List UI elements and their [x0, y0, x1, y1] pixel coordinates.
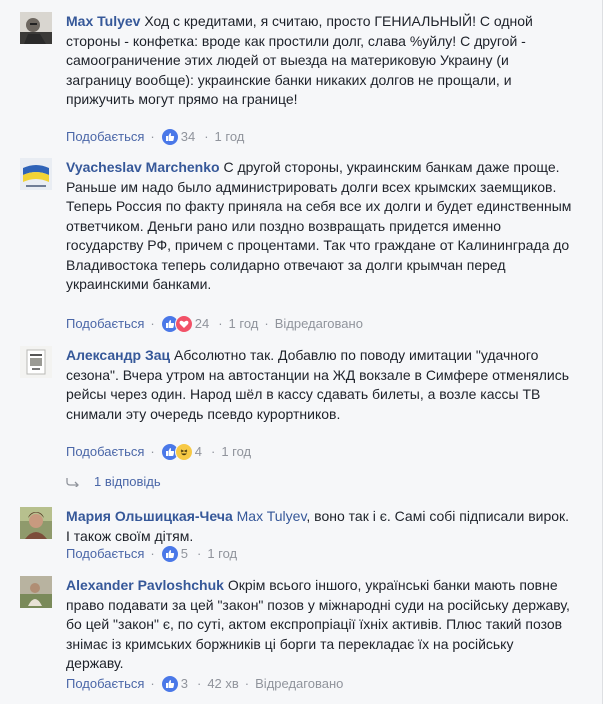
comment-actions: Подобається · 4 · 1 год — [66, 443, 251, 461]
avatar[interactable] — [20, 12, 52, 44]
like-button[interactable]: Подобається — [66, 128, 144, 146]
reactions[interactable]: 3 — [160, 675, 188, 693]
thumbs-up-icon — [160, 545, 179, 563]
mention-link[interactable]: Max Tulyev — [237, 508, 307, 524]
author-name[interactable]: Vyacheslav Marchenko — [66, 159, 220, 175]
like-button[interactable]: Подобається — [66, 443, 144, 461]
thumbs-up-icon — [160, 675, 179, 693]
author-name[interactable]: Александр Зац — [66, 347, 170, 363]
reaction-count: 4 — [194, 444, 202, 459]
comment-text: Мария Ольшицкая-Чеча Max Tulyev, воно та… — [66, 507, 574, 546]
edited-label[interactable]: Відредаговано — [275, 315, 363, 333]
comment-actions: Подобається · 34 · 1 год — [66, 128, 244, 146]
separator: · — [218, 316, 223, 331]
separator: · — [150, 546, 155, 561]
comment-text: Max Tulyev Ход с кредитами, я считаю, пр… — [66, 12, 574, 110]
heart-icon — [174, 315, 193, 333]
separator: · — [196, 676, 202, 691]
timestamp[interactable]: 1 год — [221, 443, 251, 461]
like-button[interactable]: Подобається — [66, 545, 144, 563]
comment-body: С другой стороны, украинским банкам даже… — [66, 159, 572, 292]
timestamp[interactable]: 1 год — [215, 128, 245, 146]
like-button[interactable]: Подобається — [66, 315, 144, 333]
timestamp[interactable]: 1 год — [229, 315, 259, 333]
reactions[interactable]: 24 — [160, 315, 210, 333]
comment-actions: Подобається · 5 · 1 год — [66, 545, 237, 563]
author-name[interactable]: Max Tulyev — [66, 13, 140, 29]
comments-panel: Max Tulyev Ход с кредитами, я считаю, пр… — [0, 0, 603, 704]
author-name[interactable]: Alexander Pavloshchuk — [66, 577, 224, 593]
view-replies-link[interactable]: 1 відповідь — [66, 474, 161, 489]
separator: · — [150, 129, 155, 144]
reply-arrow-icon — [66, 477, 79, 487]
avatar[interactable] — [20, 158, 52, 190]
separator: · — [150, 316, 155, 331]
reaction-count: 34 — [180, 129, 196, 144]
comment-actions: Подобається · 24 · 1 год · Відредаговано — [66, 315, 363, 333]
thumbs-up-icon — [160, 128, 179, 146]
separator: · — [204, 129, 209, 144]
edited-label[interactable]: Відредаговано — [255, 675, 343, 693]
avatar[interactable] — [20, 346, 52, 378]
reactions[interactable]: 4 — [160, 443, 202, 461]
reaction-count: 3 — [180, 676, 188, 691]
replies-label[interactable]: 1 відповідь — [94, 474, 161, 489]
comment-text: Александр Зац Абсолютно так. Добавлю по … — [66, 346, 574, 424]
separator: · — [210, 444, 216, 459]
timestamp[interactable]: 1 год — [207, 545, 237, 563]
reaction-count: 5 — [180, 546, 188, 561]
avatar[interactable] — [20, 507, 52, 539]
laughing-face-icon — [174, 443, 193, 461]
timestamp[interactable]: 42 хв — [207, 675, 238, 693]
author-name[interactable]: Мария Ольшицкая-Чеча — [66, 508, 233, 524]
avatar[interactable] — [20, 576, 52, 608]
separator: · — [150, 676, 155, 691]
comment-actions: Подобається · 3 · 42 хв · Відредаговано — [66, 675, 343, 693]
comment-text: Vyacheslav Marchenko С другой стороны, у… — [66, 158, 574, 295]
like-button[interactable]: Подобається — [66, 675, 144, 693]
reaction-count: 24 — [194, 316, 210, 331]
separator: · — [196, 546, 202, 561]
separator: · — [244, 676, 250, 691]
reactions[interactable]: 5 — [160, 545, 188, 563]
reactions[interactable]: 34 — [160, 128, 196, 146]
comment-text: Alexander Pavloshchuk Окрім всього іншог… — [66, 576, 574, 674]
separator: · — [150, 444, 155, 459]
separator: · — [264, 316, 269, 331]
